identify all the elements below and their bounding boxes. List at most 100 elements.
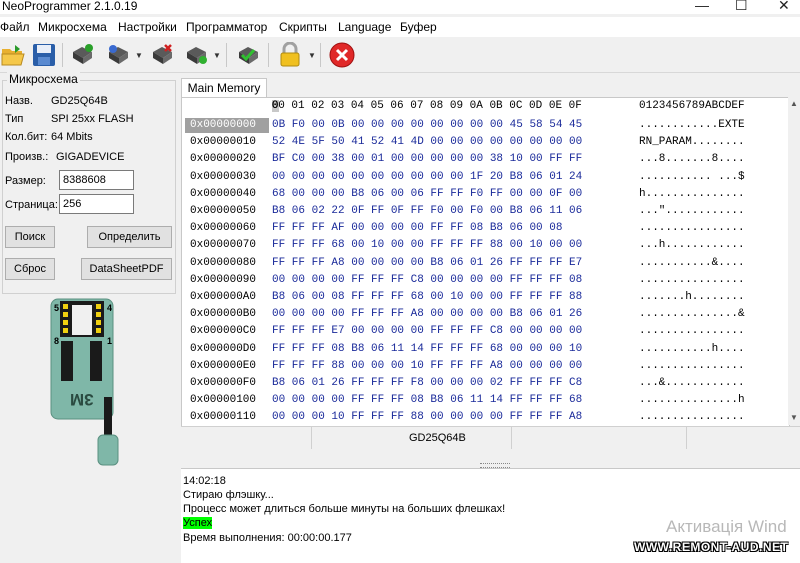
reset-button[interactable]: Сброс — [5, 258, 55, 280]
hex-row-bytes[interactable]: FF FF FF AF 00 00 00 00 FF FF 08 B8 06 0… — [272, 221, 562, 236]
hex-editor[interactable]: 000 01 02 03 04 05 06 07 08 09 0A 0B 0C … — [181, 97, 790, 427]
stop-icon[interactable] — [328, 41, 356, 69]
hex-row-address: 0x000000F0 — [190, 377, 257, 389]
minimize-button[interactable]: — — [695, 0, 709, 13]
read-chip-icon[interactable] — [68, 41, 96, 69]
hex-row-ascii[interactable]: ...............& — [639, 307, 745, 322]
hex-row-bytes[interactable]: 0B F0 00 0B 00 00 00 00 00 00 00 00 45 5… — [272, 118, 582, 133]
title-bar: NeoProgrammer 2.1.0.19 — ☐ ✕ — [0, 0, 800, 14]
scroll-down-arrow[interactable]: ▼ — [790, 413, 798, 422]
hex-row-address: 0x00000110 — [190, 411, 257, 424]
hex-row-ascii[interactable]: RN_PARAM........ — [639, 135, 745, 150]
write-chip-icon[interactable] — [104, 41, 132, 69]
hex-row-bytes[interactable]: 00 00 00 00 00 00 00 00 00 00 1F 20 B8 0… — [272, 170, 582, 185]
hex-row-address: 0x00000010 — [190, 136, 257, 149]
maker-label: Произв.: — [5, 151, 49, 163]
size-field[interactable]: 8388608 — [59, 170, 134, 190]
search-button[interactable]: Поиск — [5, 226, 55, 248]
page-label: Страница: — [5, 199, 58, 211]
hex-row-bytes[interactable]: 00 00 00 00 FF FF FF A8 00 00 00 00 B8 0… — [272, 307, 582, 322]
menu-buffer[interactable]: Буфер — [400, 20, 437, 34]
menu-chip[interactable]: Микросхема — [38, 20, 107, 34]
hex-row-address: 0x00000060 — [190, 222, 257, 235]
erase-chip-icon[interactable] — [148, 41, 176, 69]
hex-row-address: 0x00000000 — [185, 118, 269, 133]
verify-chip-icon[interactable] — [182, 41, 210, 69]
socket-mark: 3M — [70, 390, 94, 409]
type-value: SPI 25xx FLASH — [51, 113, 134, 125]
hex-row-bytes[interactable]: B8 06 00 08 FF FF FF 68 00 10 00 00 FF F… — [272, 290, 582, 305]
hex-row-address: 0x00000070 — [190, 239, 257, 252]
hex-row-ascii[interactable]: ...............h — [639, 393, 745, 408]
hex-row-address: 0x00000090 — [190, 273, 257, 286]
hex-row-ascii[interactable]: ................ — [639, 359, 745, 374]
name-label: Назв. — [5, 95, 33, 107]
hex-row-bytes[interactable]: 68 00 00 00 B8 06 00 06 FF FF F0 FF 00 0… — [272, 187, 582, 202]
hex-row-address: 0x00000080 — [190, 256, 257, 269]
hex-vertical-scrollbar[interactable]: ▲ ▼ — [788, 97, 800, 425]
menu-programmer[interactable]: Программатор — [186, 20, 267, 34]
status-separator — [686, 427, 687, 449]
hex-row-ascii[interactable]: h............... — [639, 187, 745, 202]
menu-bar: Файл Микросхема Настройки Программатор С… — [0, 17, 800, 37]
hex-row-bytes[interactable]: B8 06 01 26 FF FF FF F8 00 00 00 02 FF F… — [272, 376, 582, 391]
toolbar-separator — [62, 43, 63, 67]
hex-row-address: 0x00000100 — [190, 394, 257, 407]
verify-dropdown-arrow[interactable]: ▼ — [213, 51, 221, 60]
hex-row-ascii[interactable]: .......h........ — [639, 290, 745, 305]
log-time: 14:02:18 — [183, 475, 226, 487]
maximize-button[interactable]: ☐ — [735, 0, 748, 14]
lock-dropdown-arrow[interactable]: ▼ — [308, 51, 316, 60]
detect-button[interactable]: Определить — [87, 226, 172, 248]
toolbar: ▼ ▼ ▼ — [0, 38, 800, 73]
hex-row-ascii[interactable]: ............EXTE — [639, 118, 745, 133]
hex-row-bytes[interactable]: B8 06 02 22 0F FF 0F FF F0 00 F0 00 B8 0… — [272, 204, 582, 219]
hex-row-bytes[interactable]: FF FF FF 68 00 10 00 00 FF FF FF 88 00 1… — [272, 238, 582, 253]
menu-scripts[interactable]: Скрипты — [279, 20, 327, 34]
save-disk-icon[interactable] — [30, 41, 58, 69]
bits-value: 64 Mbits — [51, 131, 93, 143]
chip-group-title: Микросхема — [7, 72, 80, 86]
hex-row-bytes[interactable]: FF FF FF 88 00 00 00 10 FF FF FF A8 00 0… — [272, 359, 582, 374]
window-title: NeoProgrammer 2.1.0.19 — [2, 0, 138, 13]
pin4-label: 4 — [107, 303, 113, 313]
hex-row-ascii[interactable]: ................ — [639, 324, 745, 339]
hex-row-ascii[interactable]: ..."............ — [639, 204, 745, 219]
hex-row-ascii[interactable]: ...h............ — [639, 238, 745, 253]
datasheet-button[interactable]: DataSheetPDF — [81, 258, 172, 280]
hex-row-ascii[interactable]: ...........h.... — [639, 342, 745, 357]
menu-language[interactable]: Language — [338, 20, 391, 34]
write-dropdown-arrow[interactable]: ▼ — [135, 51, 143, 60]
lock-icon[interactable] — [276, 41, 304, 69]
hex-row-ascii[interactable]: ................ — [639, 410, 745, 425]
menu-settings[interactable]: Настройки — [118, 20, 177, 34]
hex-row-bytes[interactable]: 52 4E 5F 50 41 52 41 4D 00 00 00 00 00 0… — [272, 135, 582, 150]
auto-detect-icon[interactable] — [234, 41, 262, 69]
hex-row-ascii[interactable]: ...8.......8.... — [639, 152, 745, 167]
hex-row-ascii[interactable]: ................ — [639, 221, 745, 236]
menu-file[interactable]: Файл — [0, 20, 30, 34]
size-label: Размер: — [5, 175, 46, 187]
chip-group: Микросхема Назв. GD25Q64B Тип SPI 25xx F… — [2, 72, 176, 294]
close-button[interactable]: ✕ — [778, 0, 790, 14]
tab-main-memory[interactable]: Main Memory — [181, 78, 267, 99]
name-value: GD25Q64B — [51, 95, 108, 107]
scroll-up-arrow[interactable]: ▲ — [790, 99, 798, 108]
hex-row-bytes[interactable]: FF FF FF 08 B8 06 11 14 FF FF FF 68 00 0… — [272, 342, 582, 357]
hex-row-ascii[interactable]: ........... ...$ — [639, 170, 745, 185]
hex-row-bytes[interactable]: 00 00 00 10 FF FF FF 88 00 00 00 00 FF F… — [272, 410, 582, 425]
hex-row-bytes[interactable]: 00 00 00 00 FF FF FF C8 00 00 00 00 FF F… — [272, 273, 582, 288]
hex-row-bytes[interactable]: 00 00 00 00 FF FF FF 08 B8 06 11 14 FF F… — [272, 393, 582, 408]
activation-watermark: Активація Wind — [666, 517, 787, 536]
hex-row-bytes[interactable]: BF C0 00 38 00 01 00 00 00 00 00 38 10 0… — [272, 152, 582, 167]
hex-row-address: 0x000000E0 — [190, 359, 257, 372]
status-separator — [311, 427, 312, 449]
hex-row-bytes[interactable]: FF FF FF A8 00 00 00 00 B8 06 01 26 FF F… — [272, 256, 582, 271]
chip-info-panel: Микросхема Назв. GD25Q64B Тип SPI 25xx F… — [0, 72, 178, 562]
page-field[interactable]: 256 — [59, 194, 134, 214]
hex-row-ascii[interactable]: ................ — [639, 273, 745, 288]
open-folder-icon[interactable] — [0, 41, 28, 69]
hex-row-ascii[interactable]: ...........&.... — [639, 256, 745, 271]
hex-row-bytes[interactable]: FF FF FF E7 00 00 00 00 FF FF FF C8 00 0… — [272, 324, 582, 339]
hex-row-ascii[interactable]: ...&............ — [639, 376, 745, 391]
